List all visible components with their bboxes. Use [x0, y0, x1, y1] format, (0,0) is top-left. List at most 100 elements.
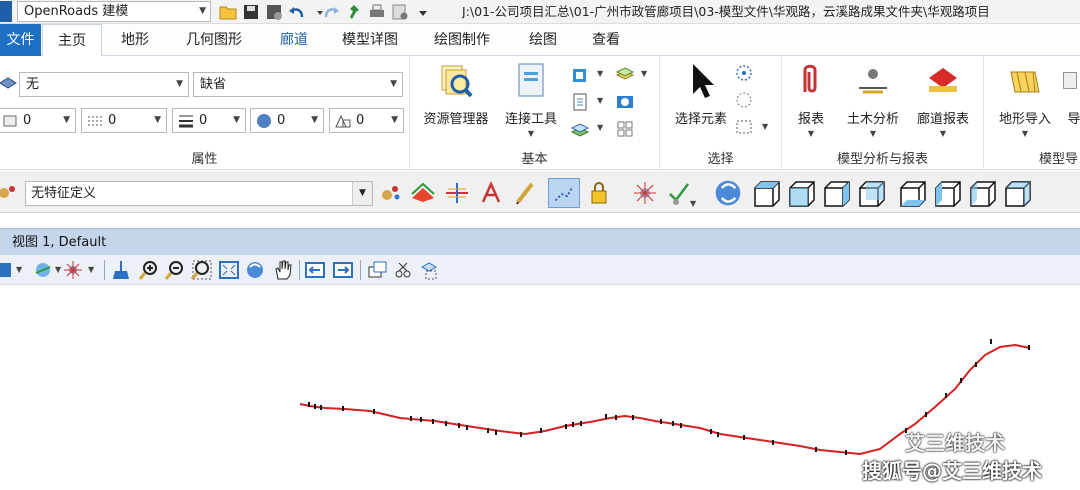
view-title-bar: 视图 1, Default: [0, 228, 1080, 255]
tab-drawing[interactable]: 绘图: [515, 24, 571, 56]
view-front-cube-icon[interactable]: [787, 179, 817, 209]
style-combo[interactable]: 0 ▼: [81, 108, 167, 133]
tab-terrain[interactable]: 地形: [106, 24, 164, 56]
profile-icon[interactable]: [444, 180, 470, 206]
report-label: 报表: [797, 112, 824, 127]
tab-corridors[interactable]: 廊道: [265, 24, 323, 56]
save-settings-icon[interactable]: [264, 3, 284, 21]
chevron-down-icon: ▼: [390, 79, 397, 89]
color-combo[interactable]: 缺省 ▼: [193, 72, 403, 97]
dynamic-line-icon[interactable]: [548, 178, 580, 208]
select-ellipse-icon[interactable]: [734, 91, 754, 109]
customize-dropdown-icon[interactable]: [413, 3, 427, 21]
view-top-cube-icon[interactable]: [752, 179, 782, 209]
explorer-button[interactable]: 资源管理器: [418, 62, 494, 127]
priority-combo[interactable]: 0 ▼: [329, 108, 404, 133]
report-button[interactable]: 报表 ▼: [788, 62, 834, 138]
feature-style-icon[interactable]: [378, 180, 404, 206]
view-previous-icon[interactable]: [304, 259, 326, 281]
copy-view-icon[interactable]: [366, 259, 388, 281]
transparency-combo[interactable]: 0 ▼: [250, 108, 324, 133]
priority-value: 0: [356, 113, 365, 128]
chevron-down-icon: ▼: [352, 182, 372, 205]
info-icon[interactable]: [615, 93, 635, 111]
print-icon[interactable]: [367, 3, 387, 21]
toolbar-separator: [104, 260, 105, 280]
view-next-icon[interactable]: [332, 259, 354, 281]
document-icon[interactable]: [570, 93, 590, 111]
terrain-import-icon: [1010, 71, 1040, 93]
pin-icon[interactable]: [344, 3, 364, 21]
save-icon[interactable]: [241, 3, 261, 21]
tab-geometry[interactable]: 几何图形: [170, 24, 258, 56]
civil-analysis-label: 土木分析: [846, 112, 899, 127]
zoom-in-icon[interactable]: [138, 259, 160, 281]
zoom-out-icon[interactable]: [164, 259, 186, 281]
clip-mask-icon[interactable]: [418, 259, 440, 281]
group-import: 地形导入 ▼ 导 模型导: [984, 56, 1080, 170]
view-bottom-cube-icon[interactable]: [898, 179, 928, 209]
tab-home[interactable]: 主页: [42, 24, 102, 57]
settings-icon[interactable]: [390, 3, 410, 21]
select-element-button[interactable]: 选择元素: [666, 62, 736, 127]
models-icon[interactable]: [570, 120, 590, 138]
layers-icon[interactable]: [615, 66, 635, 84]
text-style-icon[interactable]: [478, 180, 504, 206]
lock-icon[interactable]: [586, 180, 612, 206]
rotate-view-icon[interactable]: [244, 259, 266, 281]
select-block-icon[interactable]: [734, 118, 754, 136]
civil-analysis-button[interactable]: 土木分析 ▼: [840, 62, 906, 138]
select-element-label: 选择元素: [674, 112, 727, 127]
view-back-cube-icon[interactable]: [933, 179, 963, 209]
workspace-selector[interactable]: OpenRoads 建模 ▼: [17, 1, 211, 22]
line-weight-combo[interactable]: 0 ▼: [172, 108, 246, 133]
view-rotate-icon[interactable]: [712, 177, 744, 209]
feature-definition-combo[interactable]: 无特征定义 ▼: [25, 181, 373, 206]
copy-icon[interactable]: [570, 66, 590, 84]
lighting-icon[interactable]: [62, 259, 84, 281]
select-circle-icon[interactable]: [734, 64, 754, 82]
terrain-import-label: 地形导入: [998, 112, 1051, 127]
redo-icon[interactable]: [321, 3, 341, 21]
explorer-icon: [441, 65, 473, 98]
line-weight-value: 0: [199, 113, 208, 128]
view-attributes-icon[interactable]: [0, 259, 14, 281]
connect-tools-button[interactable]: 连接工具 ▼: [500, 62, 562, 138]
display-style-icon[interactable]: [32, 259, 54, 281]
grid-icon[interactable]: [615, 120, 635, 138]
app-logo-icon[interactable]: [0, 1, 12, 22]
fit-view-icon[interactable]: [218, 259, 240, 281]
paperclip-icon: [803, 64, 817, 93]
undo-dropdown-icon[interactable]: [310, 3, 323, 21]
update-view-icon[interactable]: [110, 259, 132, 281]
view-iso-cube-icon[interactable]: [857, 179, 887, 209]
tab-view[interactable]: 查看: [578, 24, 634, 56]
chevron-down-icon: ▼: [1021, 129, 1029, 138]
tab-drawing-production[interactable]: 绘图制作: [420, 24, 504, 56]
weight-combo[interactable]: 0 ▼: [0, 108, 76, 133]
ribbon-tabs: 文件 主页 地形 几何图形 廊道 模型详图 绘图制作 绘图 查看: [0, 24, 1080, 57]
pan-hand-icon[interactable]: [272, 259, 294, 281]
view-left-cube-icon[interactable]: [968, 179, 998, 209]
accudraw-icon[interactable]: [666, 180, 692, 206]
view-title: 视图 1, Default: [12, 235, 107, 250]
level-combo[interactable]: 无 ▼: [19, 72, 189, 97]
clip-volume-icon[interactable]: [392, 259, 414, 281]
watermark-line1: 艾三维技术: [905, 431, 1005, 455]
view-right-cube-icon[interactable]: [822, 179, 852, 209]
import-more-button[interactable]: 导: [1062, 62, 1080, 127]
pencil-icon[interactable]: [512, 180, 538, 206]
feature-palette-icon[interactable]: [0, 180, 18, 206]
view-iso2-cube-icon[interactable]: [1003, 179, 1033, 209]
window-area-icon[interactable]: [190, 259, 212, 281]
tab-file[interactable]: 文件: [0, 24, 41, 56]
color-value: 缺省: [200, 77, 227, 92]
cursor-arrow-icon: [693, 64, 714, 98]
undo-icon[interactable]: [287, 3, 307, 21]
terrain-import-button[interactable]: 地形导入 ▼: [992, 62, 1058, 138]
terrain-display-icon[interactable]: [410, 180, 436, 206]
snap-icon[interactable]: [632, 180, 658, 206]
open-folder-icon[interactable]: [218, 3, 238, 21]
tab-model-detailing[interactable]: 模型详图: [330, 24, 410, 56]
corridor-report-button[interactable]: 廊道报表 ▼: [910, 62, 976, 138]
